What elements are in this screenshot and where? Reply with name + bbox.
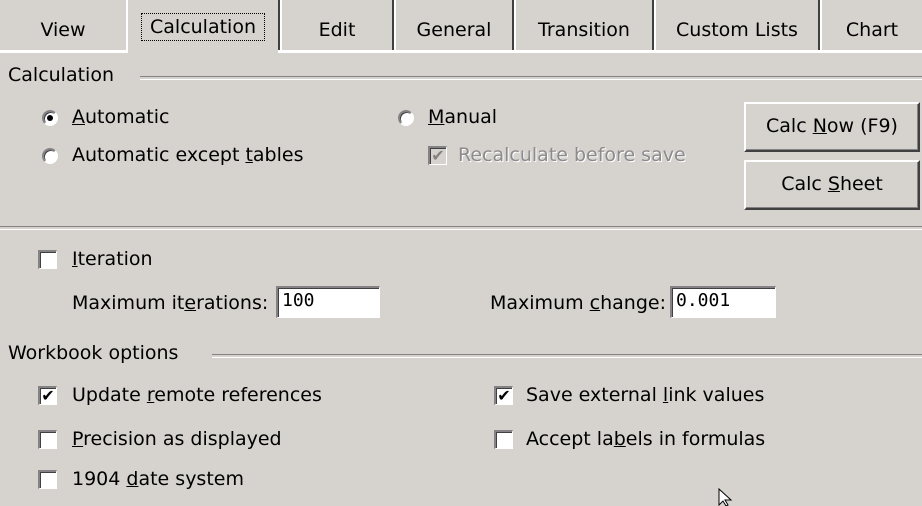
automatic-except-tables-label[interactable]: Automatic except tables: [72, 144, 303, 166]
tab-label: Transition: [538, 19, 630, 41]
update-remote-references-label[interactable]: Update remote references: [72, 384, 322, 406]
workbook-options-group-label: Workbook options: [8, 342, 179, 364]
automatic-label[interactable]: Automatic: [72, 106, 169, 128]
tab-strip: View Calculation Edit General Transition…: [0, 0, 922, 53]
maximum-iterations-label: Maximum iterations:: [72, 292, 269, 314]
iteration-checkbox[interactable]: [38, 250, 57, 269]
maximum-change-label: Maximum change:: [490, 292, 667, 314]
calculation-group-line: [140, 76, 922, 80]
automatic-except-tables-radio[interactable]: [42, 148, 58, 164]
tab-view[interactable]: View: [0, 0, 128, 50]
tab-general[interactable]: General: [394, 0, 514, 50]
calculation-group-label: Calculation: [8, 64, 114, 86]
tab-label: Calculation: [141, 13, 265, 41]
manual-label[interactable]: Manual: [428, 106, 497, 128]
tab-label: General: [416, 19, 492, 41]
maximum-change-input[interactable]: 0.001: [670, 286, 776, 318]
tab-transition[interactable]: Transition: [514, 0, 654, 50]
recalculate-before-save-label: Recalculate before save: [458, 144, 686, 166]
save-external-link-values-label[interactable]: Save external link values: [526, 384, 764, 406]
tab-label: View: [40, 19, 86, 41]
recalculate-before-save-checkbox: ✔: [428, 146, 447, 165]
calculation-separator: [0, 226, 922, 230]
manual-radio[interactable]: [398, 110, 414, 126]
save-external-link-values-checkbox[interactable]: ✔: [494, 386, 513, 405]
precision-as-displayed-label[interactable]: Precision as displayed: [72, 428, 282, 450]
tab-calculation[interactable]: Calculation: [126, 0, 280, 53]
calc-now-button[interactable]: Calc Now (F9): [744, 102, 920, 152]
iteration-label[interactable]: Iteration: [72, 248, 153, 270]
tab-custom-lists[interactable]: Custom Lists: [654, 0, 820, 50]
precision-as-displayed-checkbox[interactable]: [38, 430, 57, 449]
1904-date-system-checkbox[interactable]: [38, 470, 57, 489]
accept-labels-in-formulas-label[interactable]: Accept labels in formulas: [526, 428, 765, 450]
tab-edit[interactable]: Edit: [280, 0, 394, 50]
tab-chart[interactable]: Chart: [820, 0, 922, 50]
calc-sheet-button[interactable]: Calc Sheet: [744, 160, 920, 210]
update-remote-references-checkbox[interactable]: ✔: [38, 386, 57, 405]
tab-label: Edit: [318, 19, 356, 41]
tab-label: Chart: [845, 19, 899, 41]
workbook-options-group-line: [212, 354, 922, 358]
automatic-radio[interactable]: [42, 110, 58, 126]
accept-labels-in-formulas-checkbox[interactable]: [494, 430, 513, 449]
tab-label: Custom Lists: [676, 19, 798, 41]
mouse-cursor-icon: [718, 488, 733, 506]
maximum-iterations-input[interactable]: 100: [276, 286, 380, 318]
1904-date-system-label[interactable]: 1904 date system: [72, 468, 244, 490]
